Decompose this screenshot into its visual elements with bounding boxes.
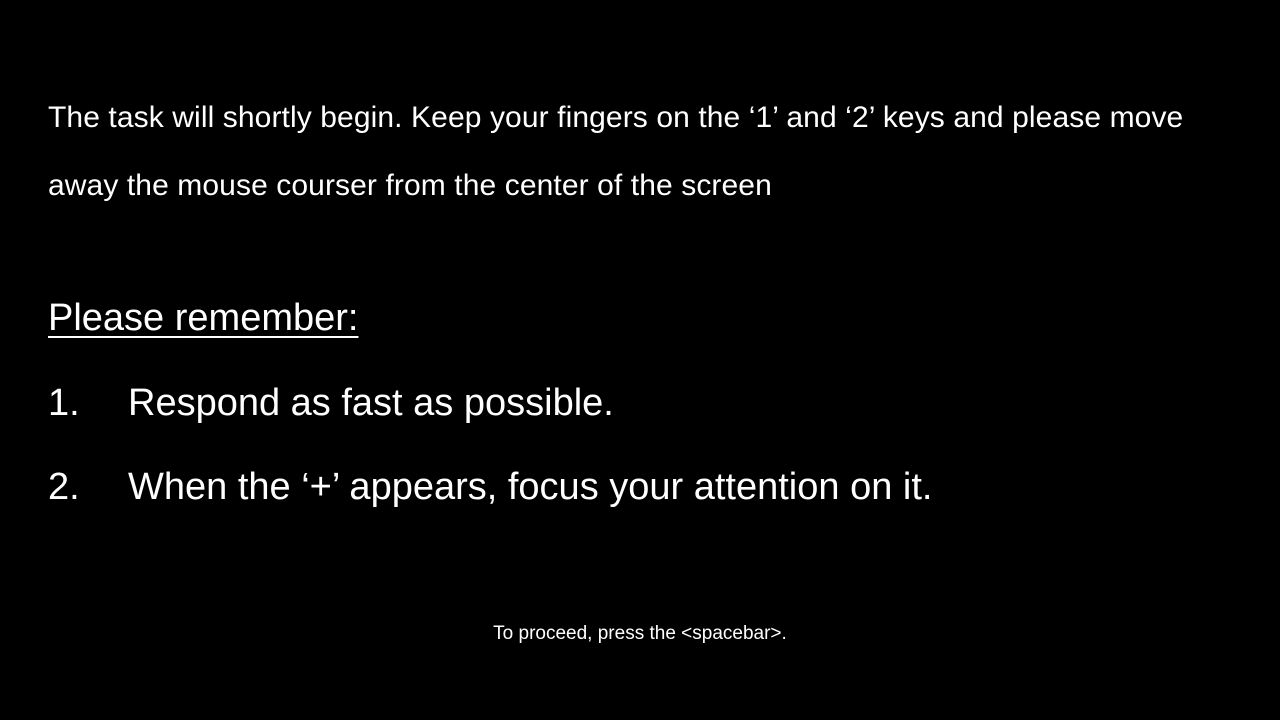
rules-list: 1. Respond as fast as possible. 2. When … <box>48 372 932 540</box>
rule-text: Respond as fast as possible. <box>128 382 614 424</box>
rule-number: 1. <box>48 382 80 424</box>
reminder-heading: Please remember: <box>48 297 359 339</box>
rule-item: 1. Respond as fast as possible. <box>48 372 932 456</box>
proceed-prompt: To proceed, press the <spacebar>. <box>493 623 787 644</box>
rule-text: When the ‘+’ appears, focus your attenti… <box>128 466 933 508</box>
instruction-screen: The task will shortly begin. Keep your f… <box>0 0 1280 720</box>
rule-item: 2. When the ‘+’ appears, focus your atte… <box>48 456 932 540</box>
intro-text: The task will shortly begin. Keep your f… <box>48 101 1184 202</box>
rule-number: 2. <box>48 466 80 508</box>
